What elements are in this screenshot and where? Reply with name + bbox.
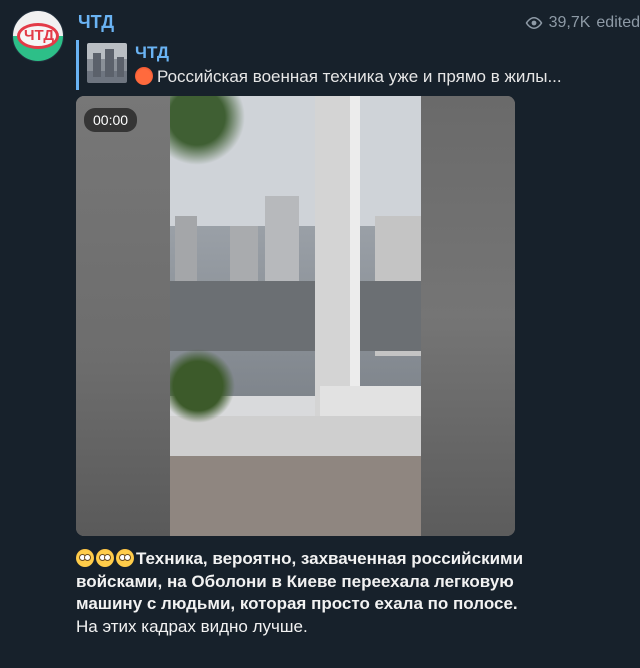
video-duration-badge: 00:00 [84, 108, 138, 132]
eye-icon [525, 17, 542, 29]
reply-channel-name: ЧТД [135, 43, 170, 62]
avatar-logo-text: ЧТД [23, 27, 54, 44]
video-blur-right [421, 96, 515, 536]
reply-thumbnail [87, 43, 127, 83]
video-frame [170, 96, 421, 536]
flushed-face-icon [96, 549, 114, 567]
channel-post: ЧТД ЧТД 39,7K edited ЧТД Российская воен… [0, 0, 640, 668]
reply-preview-text: Российская военная техника уже и прямо в… [157, 67, 562, 86]
view-count: 39,7K [548, 14, 591, 31]
flushed-face-icon [116, 549, 134, 567]
video-blur-left [76, 96, 170, 536]
post-caption: Техника, вероятно, захваченная российски… [76, 548, 536, 638]
channel-avatar[interactable]: ЧТД [12, 10, 64, 62]
caption-emojis [76, 549, 134, 567]
caption-text: На этих кадрах видно лучше. [76, 616, 308, 636]
reply-preview: Российская военная техника уже и прямо в… [135, 67, 635, 87]
caption-bold-text: Техника, вероятно, захваченная российски… [76, 549, 524, 613]
forwarded-reply[interactable]: ЧТД Российская военная техника уже и пря… [76, 40, 636, 90]
angry-face-icon [135, 67, 153, 85]
video-player[interactable] [76, 96, 515, 536]
flushed-face-icon [76, 549, 94, 567]
channel-name[interactable]: ЧТД [78, 12, 114, 33]
post-meta: 39,7K edited [525, 14, 640, 32]
edited-label: edited [596, 14, 640, 31]
